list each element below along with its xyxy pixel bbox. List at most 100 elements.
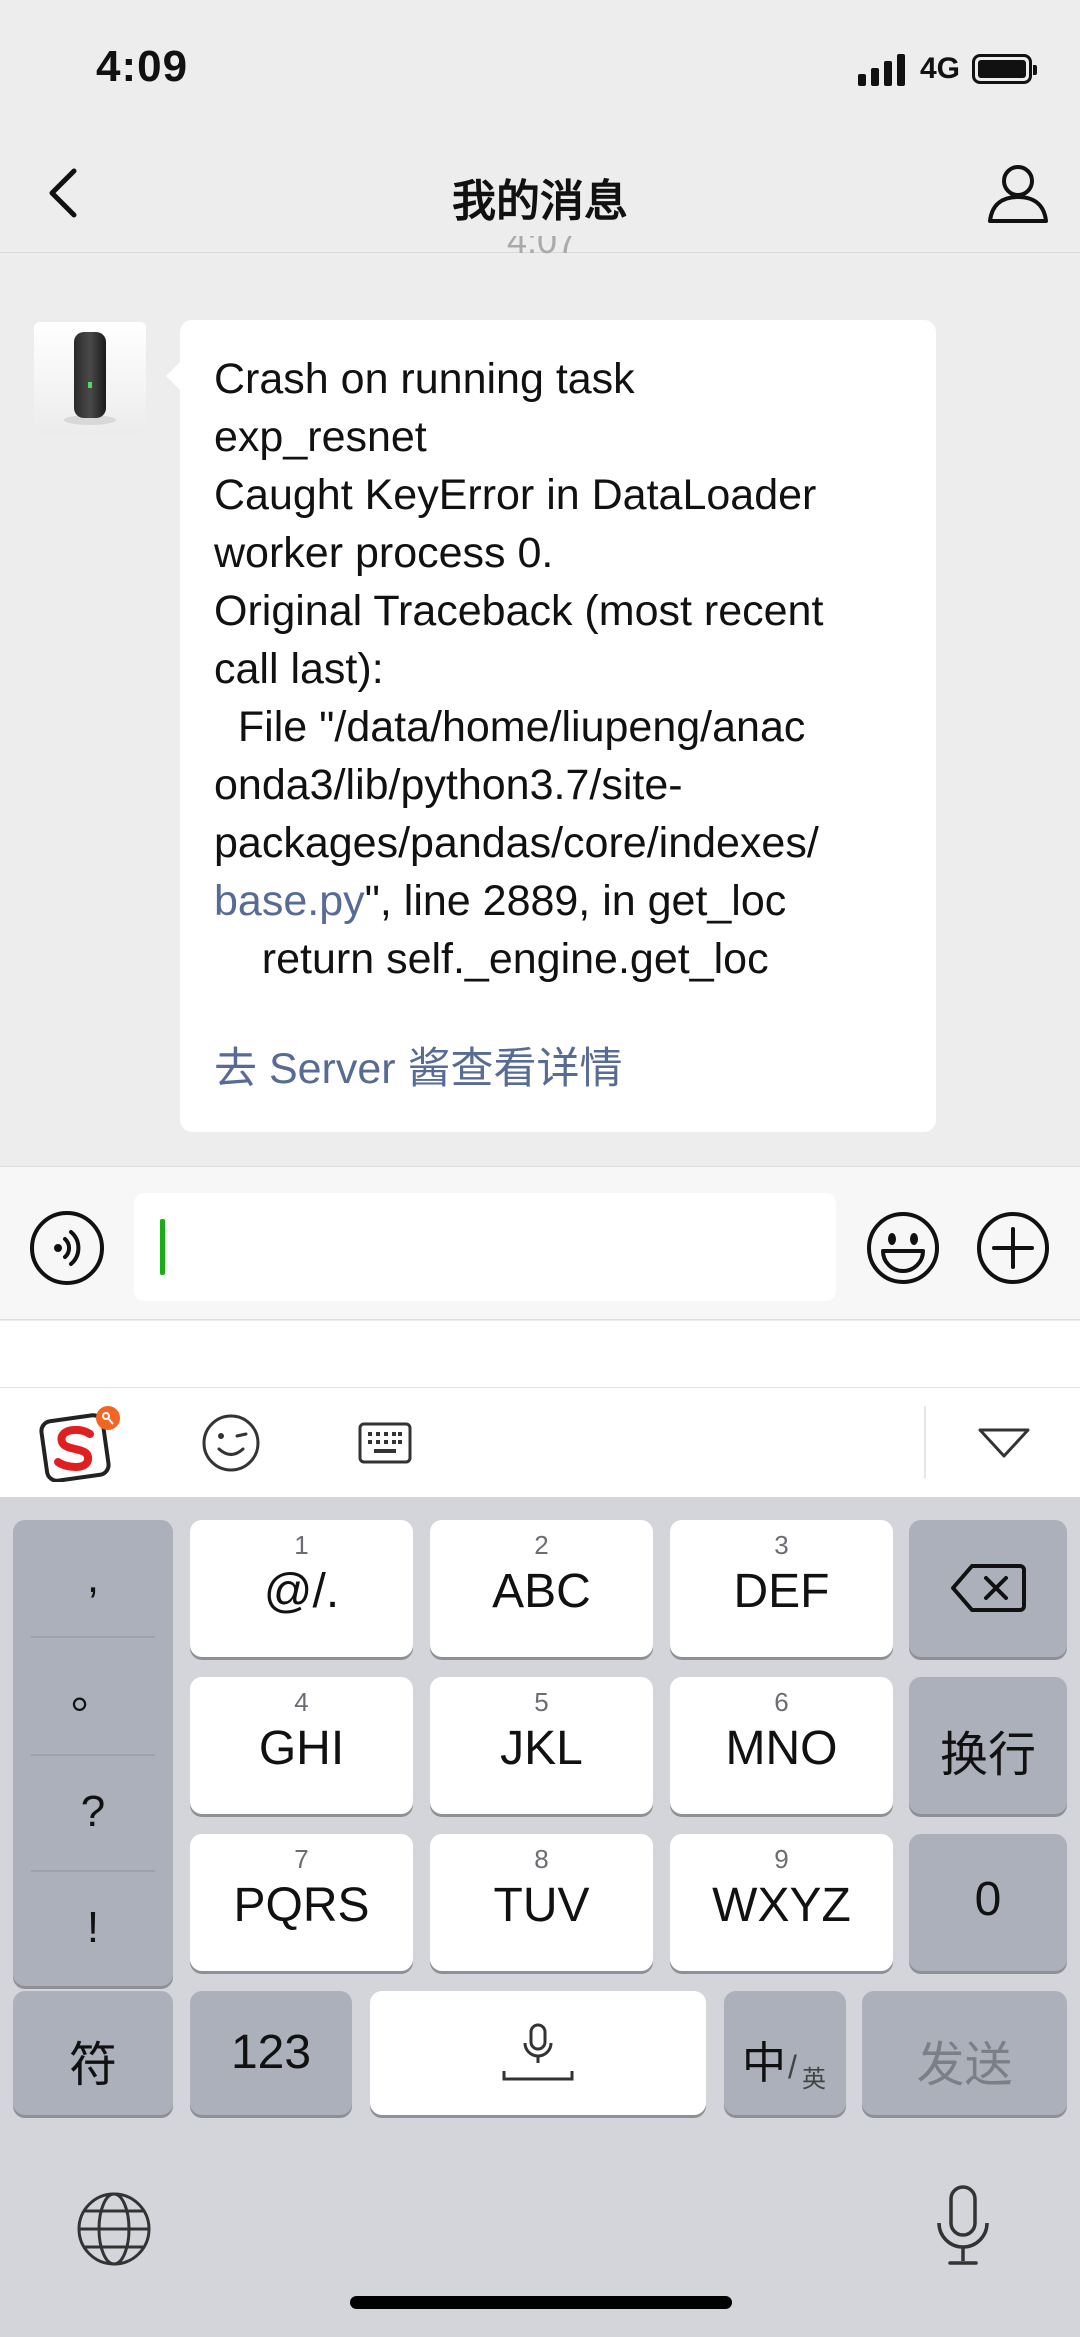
globe-icon — [77, 2192, 151, 2266]
collapse-keyboard-button[interactable] — [976, 1418, 1032, 1468]
dictation-button[interactable] — [928, 2181, 998, 2271]
input-bar — [0, 1166, 1080, 1320]
key-3[interactable]: 3 DEF — [670, 1520, 893, 1657]
voice-icon — [54, 1230, 81, 1266]
key-digit: 4 — [294, 1687, 309, 1717]
key-digit: 9 — [774, 1844, 789, 1874]
ime-emoji-button[interactable] — [200, 1412, 262, 1474]
message-line-tail: ", line 2889, in get_loc — [364, 877, 787, 925]
key-label: 符 — [68, 2039, 117, 2092]
message-line: return self._engine.get_loc — [214, 935, 769, 983]
lang-sub-label: 英 — [802, 2066, 826, 2093]
key-digit: 5 — [534, 1687, 549, 1717]
key-8[interactable]: 8 TUV — [430, 1834, 653, 1971]
key-digit: 6 — [774, 1687, 789, 1717]
page-title: 我的消息 — [452, 177, 628, 226]
microphone-icon — [937, 2185, 989, 2265]
key-1[interactable]: 1 @/. — [190, 1520, 413, 1657]
keyboard-top-spacer — [0, 1321, 1080, 1387]
message-timestamp: 4:07 — [506, 236, 578, 261]
key-label: 0 — [974, 1873, 1002, 1926]
key-digit: 2 — [534, 1530, 549, 1560]
key-label: 换行 — [939, 1729, 1036, 1782]
lang-slash: / — [788, 2049, 797, 2085]
battery-icon — [972, 54, 1037, 84]
key-label: MNO — [725, 1722, 838, 1775]
profile-button[interactable] — [984, 159, 1052, 227]
key-digit: 7 — [294, 1844, 309, 1874]
sogou-logo-icon — [39, 1406, 120, 1483]
message-line: File "/data/home/liupeng/anac — [214, 703, 806, 751]
status-time: 4:09 — [96, 42, 189, 91]
globe-button[interactable] — [74, 2189, 154, 2269]
key-7[interactable]: 7 PQRS — [190, 1834, 413, 1971]
emoji-button[interactable] — [866, 1211, 940, 1285]
key-0[interactable]: 0 — [909, 1834, 1067, 1971]
key-label: @/. — [263, 1565, 340, 1618]
lang-main-label: 中 — [742, 2039, 786, 2088]
message-input[interactable] — [134, 1193, 836, 1301]
key-digit: 1 — [294, 1530, 309, 1560]
key-4[interactable]: 4 GHI — [190, 1677, 413, 1814]
message-line: worker process 0. — [214, 529, 554, 577]
space-mic-icon — [502, 2023, 574, 2081]
symbol-key[interactable]: 符 — [13, 1991, 173, 2115]
key-label: PQRS — [233, 1879, 370, 1932]
key-digit: 8 — [534, 1844, 549, 1874]
message-line: Original Traceback (most recent — [214, 587, 824, 635]
key-label: 发送 — [916, 2039, 1013, 2092]
message-line: Caught KeyError in DataLoader — [214, 471, 817, 519]
numeric-key[interactable]: 123 — [190, 1991, 352, 2115]
home-indicator — [350, 2296, 732, 2309]
message-bubble[interactable]: Crash on running task exp_resnet Caught … — [166, 320, 936, 1132]
key-label: ABC — [492, 1565, 591, 1618]
router-avatar-image — [34, 322, 146, 434]
message-line: call last): — [214, 645, 384, 693]
backspace-key[interactable] — [909, 1520, 1067, 1657]
punct-key-comma[interactable]: , — [13, 1520, 173, 1636]
triangle-down-icon — [978, 1428, 1030, 1458]
ime-toolbar — [0, 1387, 1080, 1497]
send-key[interactable]: 发送 — [862, 1991, 1067, 2115]
key-9[interactable]: 9 WXYZ — [670, 1834, 893, 1971]
backspace-icon — [951, 1564, 1026, 1612]
language-switch-key[interactable]: 中 / 英 — [724, 1991, 846, 2115]
key-label: TUV — [493, 1879, 590, 1932]
plus-circle-icon — [977, 1212, 1049, 1284]
base-py-link[interactable]: base.py — [214, 877, 365, 925]
status-bar: 4:09 4G — [0, 0, 1080, 135]
toolbar-divider — [924, 1406, 926, 1478]
key-2[interactable]: 2 ABC — [430, 1520, 653, 1657]
key-5[interactable]: 5 JKL — [430, 1677, 653, 1814]
space-key[interactable] — [370, 1991, 706, 2115]
sender-avatar[interactable] — [34, 322, 146, 434]
person-icon — [988, 165, 1048, 223]
ime-keyboard-switch-button[interactable] — [354, 1412, 416, 1474]
more-button[interactable] — [976, 1211, 1050, 1285]
keyboard-icon — [358, 1422, 412, 1464]
newline-key[interactable]: 换行 — [909, 1677, 1067, 1814]
punct-key-exclamation[interactable]: ! — [13, 1870, 173, 1986]
view-details-link[interactable]: 去 Server 酱查看详情 — [214, 1040, 623, 1098]
punct-key-period[interactable]: 。 — [13, 1636, 173, 1752]
signal-icon — [857, 52, 908, 86]
ime-logo-button[interactable] — [38, 1404, 124, 1483]
keyboard: , 。 ? ! 1 @/. 2 ABC 3 DEF 4 GHI 5 JKL 6 … — [0, 1497, 1080, 2337]
key-label: JKL — [500, 1722, 583, 1775]
key-digit: 3 — [774, 1530, 789, 1560]
network-type: 4G — [919, 52, 960, 85]
punct-key-question[interactable]: ? — [13, 1754, 173, 1870]
key-label: DEF — [733, 1565, 830, 1618]
message-text: Crash on running task exp_resnet Caught … — [214, 350, 914, 988]
text-cursor — [160, 1219, 165, 1275]
status-indicators: 4G — [857, 52, 1037, 86]
key-6[interactable]: 6 MNO — [670, 1677, 893, 1814]
message-line: Crash on running task — [214, 355, 635, 403]
key-label: 123 — [230, 2026, 312, 2079]
key-label: WXYZ — [712, 1879, 851, 1932]
smiley-icon — [867, 1212, 939, 1284]
key-label: GHI — [258, 1722, 345, 1775]
voice-button[interactable] — [30, 1211, 104, 1285]
message-line: onda3/lib/python3.7/site- — [214, 761, 683, 809]
message-line: exp_resnet — [214, 413, 427, 461]
